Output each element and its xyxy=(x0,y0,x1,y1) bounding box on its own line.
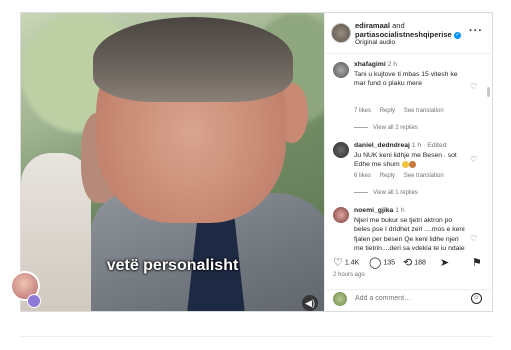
commenter-username[interactable]: daniel_dedndreaj xyxy=(354,142,410,149)
view-replies-link[interactable]: View all 1 replies xyxy=(354,190,418,196)
audio-label[interactable]: Original audio xyxy=(355,39,395,46)
reply-line xyxy=(354,191,368,193)
reposts-count: 188 xyxy=(414,259,426,267)
heart-icon[interactable]: ♡ xyxy=(470,82,477,91)
add-comment-input[interactable] xyxy=(355,295,455,302)
scrollbar[interactable] xyxy=(487,87,490,97)
current-user-avatar xyxy=(333,292,347,306)
reply-line xyxy=(354,126,368,128)
view-replies-label: View all 1 replies xyxy=(373,190,418,196)
commenter-avatar[interactable] xyxy=(333,207,349,223)
comment-time: 1 h xyxy=(395,207,405,214)
comment-time: 1 h · Edited xyxy=(411,142,447,149)
add-comment-row: ☺ xyxy=(325,289,493,312)
comment-body: Tani u kujtove ti mbas 15 vitesh ke mar … xyxy=(354,70,458,88)
more-dots-icon[interactable]: ··· xyxy=(469,25,483,37)
see-translation-link[interactable]: See translation xyxy=(404,173,444,179)
comment-button[interactable]: ◯ 135 xyxy=(369,256,395,269)
and-text: and xyxy=(392,21,405,30)
heart-icon[interactable]: ♡ xyxy=(470,155,477,164)
hair xyxy=(93,17,293,102)
author-username[interactable]: ediramaal xyxy=(355,21,390,30)
coauthor-line: partiasocialistneshqiperise ✓ xyxy=(355,30,461,39)
video-caption: vetë personalisht xyxy=(106,257,239,274)
see-translation-link[interactable]: See translation xyxy=(404,108,444,114)
video-player[interactable]: vetë personalisht ◀) xyxy=(21,13,324,311)
emoji-picker-icon[interactable]: ☺ xyxy=(471,293,482,304)
commenter-username[interactable]: noemi_gjika xyxy=(354,207,393,214)
comments-list[interactable]: xhafagimi 2 h Tani u kujtove ti mbas 15 … xyxy=(325,54,493,250)
emoji-icon xyxy=(408,160,416,168)
comment-bubble-icon: ◯ xyxy=(369,257,382,269)
comment-body: Njeri me bukur se tjetri aktron po beles… xyxy=(354,216,465,251)
speaker-muted-icon[interactable]: ◀) xyxy=(302,295,318,311)
instagram-post: vetë personalisht ◀) ediramaal and parti… xyxy=(10,12,493,312)
divider xyxy=(20,336,493,337)
view-replies-label: View all 2 replies xyxy=(373,125,418,131)
repost-icon: ⟲ xyxy=(403,257,413,269)
share-button[interactable]: ➤ xyxy=(440,256,451,269)
comment-likes[interactable]: 7 likes xyxy=(354,108,371,114)
coauthor-username[interactable]: partiasocialistneshqiperise xyxy=(355,30,452,39)
comment-text: daniel_dedndreaj 1 h · Edited Ju NUK ken… xyxy=(354,141,466,170)
comment-text: noemi_gjika 1 h Njeri me bukur se tjetri… xyxy=(354,206,466,250)
commenter-avatar[interactable] xyxy=(333,62,349,78)
reply-link[interactable]: Reply xyxy=(380,173,395,179)
heart-icon: ♡ xyxy=(333,257,343,269)
post-sidebar: ediramaal and partiasocialistneshqiperis… xyxy=(324,13,493,311)
comment-meta: 7 likes Reply See translation xyxy=(354,108,451,114)
verified-badge-icon: ✓ xyxy=(453,31,461,39)
commenter-avatar[interactable] xyxy=(333,142,349,158)
avatar-badge-icon xyxy=(27,294,41,308)
comment-text: xhafagimi 2 h Tani u kujtove ti mbas 15 … xyxy=(354,60,466,89)
author-avatar[interactable] xyxy=(331,23,351,43)
view-replies-link[interactable]: View all 2 replies xyxy=(354,125,418,131)
save-button[interactable]: ⚑ xyxy=(472,256,484,269)
comment-time: 2 h xyxy=(387,61,398,68)
reply-link[interactable]: Reply xyxy=(380,108,395,114)
post-header: ediramaal and partiasocialistneshqiperis… xyxy=(325,13,493,54)
author-line: ediramaal and xyxy=(355,21,405,30)
emoji-icon xyxy=(401,160,409,168)
repost-button[interactable]: ⟲ 188 xyxy=(403,256,426,269)
comment-meta: 6 likes Reply See translation xyxy=(354,173,451,179)
post-time: 2 hours ago xyxy=(333,272,365,278)
likes-count: 1.4K xyxy=(344,259,360,267)
heart-icon[interactable]: ♡ xyxy=(470,234,477,243)
comment-likes[interactable]: 6 likes xyxy=(354,173,371,179)
bookmark-icon: ⚑ xyxy=(472,257,482,269)
like-button[interactable]: ♡ 1.4K xyxy=(333,256,359,269)
commenter-username[interactable]: xhafagimi xyxy=(354,61,386,68)
share-send-icon: ➤ xyxy=(440,257,450,269)
comments-count: 135 xyxy=(383,259,395,267)
